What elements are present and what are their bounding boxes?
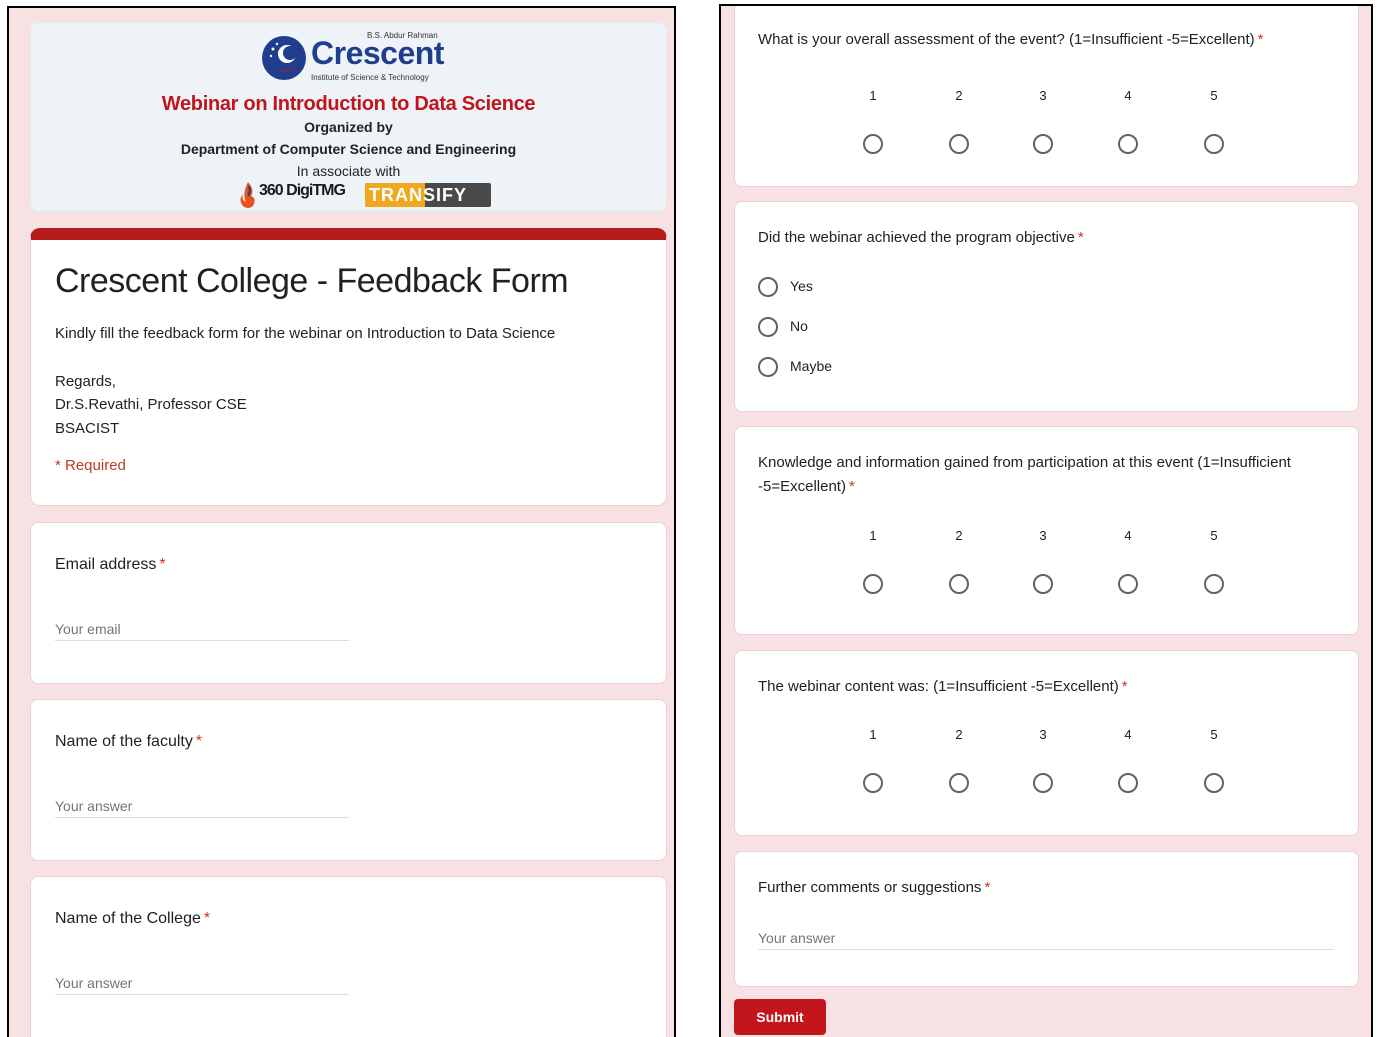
option-label: Maybe [790,358,833,374]
question-email: Email address * [30,522,667,684]
comments-input[interactable] [758,926,1334,950]
required-star: * [203,910,211,927]
rating-radio-1[interactable] [863,134,883,154]
option-label: No [790,318,808,334]
scale-number: 4 [1124,88,1132,103]
scale-number: 3 [1039,88,1047,103]
required-star: * [1121,678,1128,695]
header-banner: B.S. Abdur Rahman Crescent Institute of … [30,22,667,212]
rating-radio-3[interactable] [1033,574,1053,594]
required-star: * [159,556,166,573]
option-no[interactable]: No [758,317,808,339]
college-input[interactable] [55,971,349,995]
partner2-name: TRANSIFY [369,185,467,205]
email-input[interactable] [55,617,349,641]
form-right-panel: What is your overall assessment of the e… [719,4,1373,1037]
rating-scale: 1 2 3 4 5 [853,88,1243,158]
webinar-title: Webinar on Introduction to Data Science [161,93,536,115]
scale-number: 2 [955,727,963,742]
scale-number: 2 [955,88,963,103]
question-label: Further comments or suggestions * [758,879,991,896]
question-webinar-content: The webinar content was: (1=Insufficient… [734,650,1359,836]
form-title: Crescent College - Feedback Form [55,262,569,300]
signature-text: Dr.S.Revathi, Professor CSE [55,396,247,413]
question-comments: Further comments or suggestions * [734,851,1359,987]
required-star: * [1077,229,1084,246]
associate-text: In associate with [296,163,401,179]
scale-number: 1 [869,528,877,543]
required-star: * [848,478,855,495]
question-label: Knowledge and information gained from pa… [758,454,1291,495]
department-text: Department of Computer Science and Engin… [180,141,517,157]
crescent-logo: B.S. Abdur Rahman Crescent Institute of … [261,29,444,87]
submit-button[interactable]: Submit [734,999,826,1035]
option-maybe[interactable]: Maybe [758,357,832,379]
rating-radio-3[interactable] [1033,773,1053,793]
question-overall-assessment: What is your overall assessment of the e… [734,6,1359,187]
question-label: The webinar content was: (1=Insufficient… [758,678,1128,695]
option-yes[interactable]: Yes [758,277,813,299]
scale-number: 1 [869,88,877,103]
rating-radio-3[interactable] [1033,134,1053,154]
institute-subtitle: Institute of Science & Technology [311,73,429,82]
scale-number: 5 [1210,88,1218,103]
question-label: What is your overall assessment of the e… [758,31,1264,48]
option-label: Yes [790,278,813,294]
radio-yes[interactable] [758,277,778,297]
rating-radio-4[interactable] [1118,134,1138,154]
rating-scale: 1 2 3 4 5 [853,727,1243,797]
question-knowledge-gained: Knowledge and information gained from pa… [734,426,1359,635]
question-label: Name of the faculty * [55,733,203,750]
scale-number: 3 [1039,528,1047,543]
partner-logo-transify: TRANSIFY [365,183,491,207]
crescent-emblem-icon [262,36,306,80]
radio-maybe[interactable] [758,357,778,377]
required-star: * [195,733,203,750]
form-left-panel: B.S. Abdur Rahman Crescent Institute of … [7,6,676,1037]
partner1-name: 360 DigiTMG [259,182,346,199]
rating-scale: 1 2 3 4 5 [853,528,1243,598]
rating-radio-4[interactable] [1118,574,1138,594]
question-label: Did the webinar achieved the program obj… [758,229,1084,246]
question-label: Name of the College * [55,910,211,927]
scale-number: 1 [869,727,877,742]
required-star: * [1257,31,1264,48]
rating-radio-5[interactable] [1204,134,1224,154]
question-faculty: Name of the faculty * [30,699,667,861]
faculty-input[interactable] [55,794,349,818]
question-label: Email address * [55,556,166,573]
regards-text: Regards, [55,373,116,390]
rating-radio-2[interactable] [949,134,969,154]
question-college: Name of the College * [30,876,667,1037]
scale-number: 4 [1124,727,1132,742]
rating-radio-5[interactable] [1204,574,1224,594]
scale-number: 5 [1210,528,1218,543]
rating-radio-2[interactable] [949,574,969,594]
scale-number: 5 [1210,727,1218,742]
rating-radio-2[interactable] [949,773,969,793]
form-title-card: Crescent College - Feedback Form Kindly … [30,228,667,506]
form-description: Kindly fill the feedback form for the we… [55,325,556,342]
flame-icon [240,182,255,208]
radio-no[interactable] [758,317,778,337]
organized-by-text: Organized by [304,119,393,135]
question-program-objective: Did the webinar achieved the program obj… [734,201,1359,412]
required-note: * Required [55,457,126,474]
logo-wordmark: Crescent [311,35,444,71]
rating-radio-5[interactable] [1204,773,1224,793]
rating-radio-1[interactable] [863,773,883,793]
rating-radio-1[interactable] [863,574,883,594]
scale-number: 4 [1124,528,1132,543]
rating-radio-4[interactable] [1118,773,1138,793]
required-star: * [984,879,991,896]
scale-number: 2 [955,528,963,543]
partner-logo-360digitmg: 360 DigiTMG [237,178,352,210]
organization-text: BSACIST [55,420,120,437]
scale-number: 3 [1039,727,1047,742]
